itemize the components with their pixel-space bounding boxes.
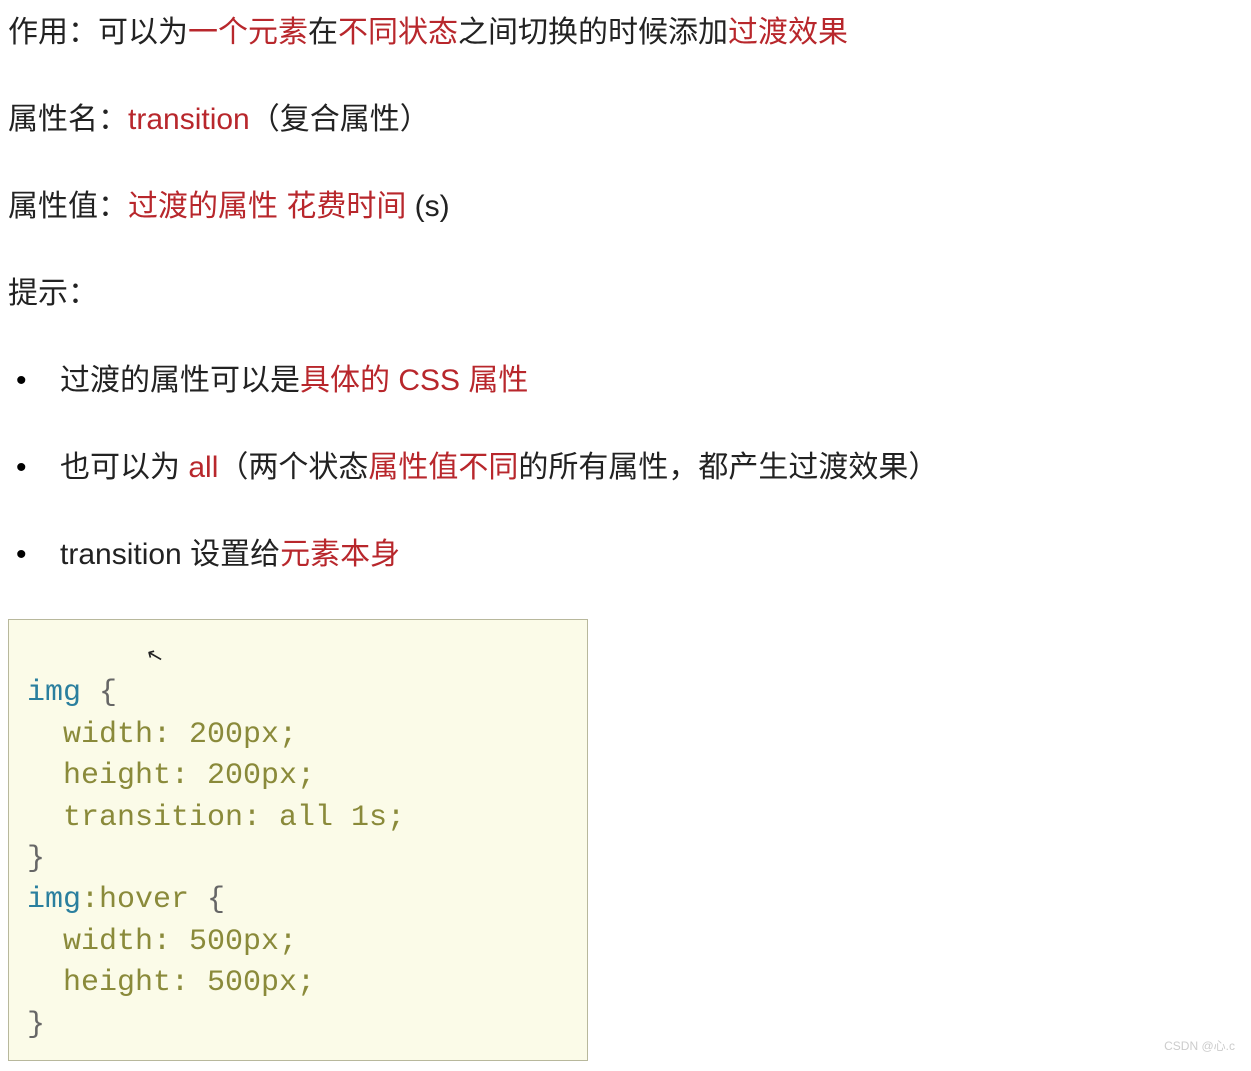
highlight: all xyxy=(188,451,218,484)
text: 属性名： xyxy=(8,103,128,136)
code-line: height: 500px; xyxy=(27,966,315,1000)
line-purpose: 作用：可以为一个元素在不同状态之间切换的时候添加过渡效果 xyxy=(8,10,1243,55)
text: 属性值： xyxy=(8,190,128,223)
code-brace: } xyxy=(27,1008,45,1042)
text: transition 设置给 xyxy=(60,538,280,571)
code-brace: { xyxy=(81,676,117,710)
text: 的所有属性，都产生过渡效果） xyxy=(518,451,938,484)
list-item: 过渡的属性可以是具体的 CSS 属性 xyxy=(8,358,1243,403)
code-line: transition: all 1s; xyxy=(27,801,405,835)
highlight: 属性值不同 xyxy=(368,451,518,484)
highlight: 过渡的属性 xyxy=(128,190,278,223)
text: 在 xyxy=(308,16,338,49)
list-item: 也可以为 all（两个状态属性值不同的所有属性，都产生过渡效果） xyxy=(8,445,1243,490)
line-tips-label: 提示： xyxy=(8,271,1243,316)
highlight: 过渡效果 xyxy=(728,16,848,49)
highlight: 具体的 CSS 属性 xyxy=(300,364,528,397)
code-brace: { xyxy=(189,883,225,917)
code-brace: } xyxy=(27,842,45,876)
list-item: transition 设置给元素本身 xyxy=(8,532,1243,577)
highlight: 不同状态 xyxy=(338,16,458,49)
code-line: width: 500px; xyxy=(27,925,297,959)
text: （两个状态 xyxy=(218,451,368,484)
code-pseudo: :hover xyxy=(81,883,189,917)
code-selector: img xyxy=(27,676,81,710)
text: (s) xyxy=(406,190,449,223)
highlight: 元素本身 xyxy=(280,538,400,571)
line-property-value: 属性值：过渡的属性 花费时间 (s) xyxy=(8,184,1243,229)
text: 作用：可以为 xyxy=(8,16,188,49)
code-selector: img xyxy=(27,883,81,917)
highlight: transition xyxy=(128,103,250,136)
watermark: CSDN @心.c xyxy=(1164,1037,1235,1055)
text: 过渡的属性可以是 xyxy=(60,364,300,397)
code-line: width: 200px; xyxy=(27,718,297,752)
text: （复合属性） xyxy=(250,103,430,136)
cursor-icon: ↖ xyxy=(144,642,167,673)
highlight: 花费时间 xyxy=(286,190,406,223)
text: 之间切换的时候添加 xyxy=(458,16,728,49)
tips-list: 过渡的属性可以是具体的 CSS 属性 也可以为 all（两个状态属性值不同的所有… xyxy=(8,358,1243,577)
text: 也可以为 xyxy=(60,451,188,484)
highlight: 一个元素 xyxy=(188,16,308,49)
code-line: height: 200px; xyxy=(27,759,315,793)
line-property-name: 属性名：transition（复合属性） xyxy=(8,97,1243,142)
